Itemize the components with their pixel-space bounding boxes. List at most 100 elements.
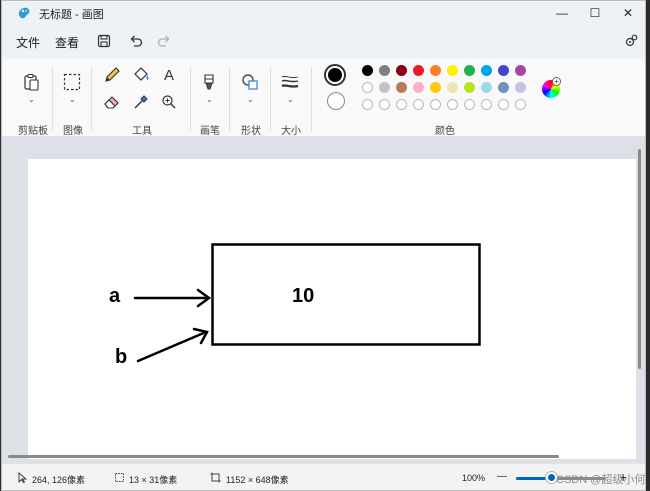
watermark-text: CSDN @超级小何 bbox=[556, 474, 646, 486]
palette-color-swatch[interactable] bbox=[447, 65, 458, 76]
ribbon-separator bbox=[311, 67, 312, 131]
window-title: 无标题 - 画图 bbox=[39, 9, 104, 21]
palette-color-swatch[interactable] bbox=[515, 82, 526, 93]
ribbon-separator bbox=[52, 67, 53, 131]
palette-color-swatch[interactable] bbox=[498, 65, 509, 76]
secondary-color-swatch[interactable] bbox=[327, 92, 345, 110]
palette-empty-swatch[interactable] bbox=[379, 99, 390, 110]
menu-file[interactable]: 文件 bbox=[16, 34, 40, 51]
group-label-tools: 工具 bbox=[132, 126, 152, 137]
palette-color-swatch[interactable] bbox=[413, 82, 424, 93]
fill-bucket-icon[interactable] bbox=[131, 65, 151, 85]
drawn-rectangle bbox=[211, 243, 481, 346]
palette-empty-swatch[interactable] bbox=[413, 99, 424, 110]
drawing-svg: 10 a b bbox=[109, 243, 481, 368]
group-label-shapes: 形状 bbox=[241, 126, 261, 137]
palette-empty-swatch[interactable] bbox=[430, 99, 441, 110]
paint-app-icon bbox=[18, 7, 30, 19]
ribbon-separator bbox=[270, 67, 271, 131]
palette-empty-swatch[interactable] bbox=[464, 99, 475, 110]
clipboard-icon[interactable] bbox=[21, 72, 41, 92]
maximize-button[interactable]: ☐ bbox=[579, 1, 611, 25]
palette-color-swatch[interactable] bbox=[396, 65, 407, 76]
ribbon-separator bbox=[190, 67, 191, 131]
palette-empty-swatch[interactable] bbox=[396, 99, 407, 110]
palette-color-swatch[interactable] bbox=[447, 82, 458, 93]
palette-color-swatch[interactable] bbox=[464, 82, 475, 93]
menu-view[interactable]: 查看 bbox=[55, 34, 79, 51]
ribbon-toolbar: ⌄ 剪贴板 ⌄ 图像 A 工具 ⌄ 画笔 ⌄ 形状 ⌄ 大小 + 颜色 bbox=[2, 59, 645, 137]
palette-color-swatch[interactable] bbox=[481, 65, 492, 76]
zoom-out-button[interactable]: — bbox=[497, 471, 507, 482]
vertical-scrollbar[interactable] bbox=[638, 149, 641, 369]
horizontal-scrollbar[interactable] bbox=[8, 455, 559, 458]
group-label-image: 图像 bbox=[63, 126, 83, 137]
zoom-level[interactable]: 100% bbox=[462, 473, 485, 483]
redo-icon[interactable] bbox=[156, 33, 172, 49]
brush-icon[interactable] bbox=[199, 72, 219, 92]
canvas-workarea: 10 a b bbox=[2, 137, 645, 463]
palette-empty-swatch[interactable] bbox=[515, 99, 526, 110]
group-label-brushes: 画笔 bbox=[200, 126, 220, 137]
stroke-size-icon[interactable] bbox=[280, 72, 300, 92]
palette-color-swatch[interactable] bbox=[413, 65, 424, 76]
label-b-text: b bbox=[115, 346, 127, 368]
zoom-slider-fill bbox=[516, 477, 546, 480]
undo-icon[interactable] bbox=[128, 33, 144, 49]
palette-color-swatch[interactable] bbox=[362, 82, 373, 93]
palette-color-swatch[interactable] bbox=[430, 65, 441, 76]
eraser-icon[interactable] bbox=[102, 92, 122, 112]
cursor-icon bbox=[18, 472, 28, 483]
menu-bar: 文件 查看 bbox=[2, 25, 645, 59]
color-picker-icon[interactable] bbox=[131, 92, 151, 112]
settings-icon[interactable] bbox=[623, 33, 639, 49]
palette-color-swatch[interactable] bbox=[464, 65, 475, 76]
arrow-a bbox=[133, 288, 212, 308]
palette-empty-swatch[interactable] bbox=[362, 99, 373, 110]
canvas-size: 1152 × 648像素 bbox=[226, 475, 289, 485]
drawing-canvas[interactable]: 10 a b bbox=[28, 159, 636, 459]
selection-size: 13 × 31像素 bbox=[129, 475, 178, 485]
box-value-text: 10 bbox=[292, 285, 314, 307]
clipboard-chevron-icon[interactable]: ⌄ bbox=[28, 95, 35, 104]
brushes-chevron-icon[interactable]: ⌄ bbox=[206, 95, 213, 104]
palette-color-swatch[interactable] bbox=[430, 82, 441, 93]
primary-color-swatch[interactable] bbox=[324, 64, 346, 86]
shapes-chevron-icon[interactable]: ⌄ bbox=[247, 95, 254, 104]
title-bar: 无标题 - 画图 — ☐ ✕ bbox=[2, 1, 645, 25]
selection-icon bbox=[115, 473, 124, 482]
palette-color-swatch[interactable] bbox=[379, 65, 390, 76]
size-chevron-icon[interactable]: ⌄ bbox=[287, 95, 294, 104]
arrow-b bbox=[136, 327, 209, 363]
palette-empty-swatch[interactable] bbox=[481, 99, 492, 110]
group-label-clipboard: 剪贴板 bbox=[18, 126, 48, 137]
magnifier-icon[interactable] bbox=[159, 92, 179, 112]
edit-colors-button[interactable]: + bbox=[542, 77, 561, 98]
palette-empty-swatch[interactable] bbox=[498, 99, 509, 110]
status-bar: 264, 126像素 13 × 31像素 1152 × 648像素 100% —… bbox=[2, 463, 645, 490]
minimize-button[interactable]: — bbox=[546, 1, 578, 25]
shapes-icon[interactable] bbox=[240, 72, 260, 92]
pencil-icon[interactable] bbox=[102, 65, 122, 85]
palette-color-swatch[interactable] bbox=[396, 82, 407, 93]
palette-color-swatch[interactable] bbox=[379, 82, 390, 93]
close-button[interactable]: ✕ bbox=[612, 1, 644, 25]
save-icon[interactable] bbox=[96, 33, 112, 49]
cursor-position: 264, 126像素 bbox=[32, 475, 86, 485]
label-a-text: a bbox=[109, 285, 121, 307]
group-label-size: 大小 bbox=[281, 126, 301, 137]
add-color-icon: + bbox=[552, 77, 561, 86]
palette-color-swatch[interactable] bbox=[515, 65, 526, 76]
palette-color-swatch[interactable] bbox=[498, 82, 509, 93]
palette-color-swatch[interactable] bbox=[481, 82, 492, 93]
primary-color-fill bbox=[328, 68, 342, 82]
ribbon-separator bbox=[91, 67, 92, 131]
group-label-colors: 颜色 bbox=[435, 126, 455, 137]
text-tool-icon[interactable]: A bbox=[159, 65, 179, 85]
palette-empty-swatch[interactable] bbox=[447, 99, 458, 110]
select-icon[interactable] bbox=[62, 72, 82, 92]
image-chevron-icon[interactable]: ⌄ bbox=[69, 95, 76, 104]
canvas-size-icon bbox=[210, 472, 221, 483]
palette-color-swatch[interactable] bbox=[362, 65, 373, 76]
ribbon-separator bbox=[229, 67, 230, 131]
